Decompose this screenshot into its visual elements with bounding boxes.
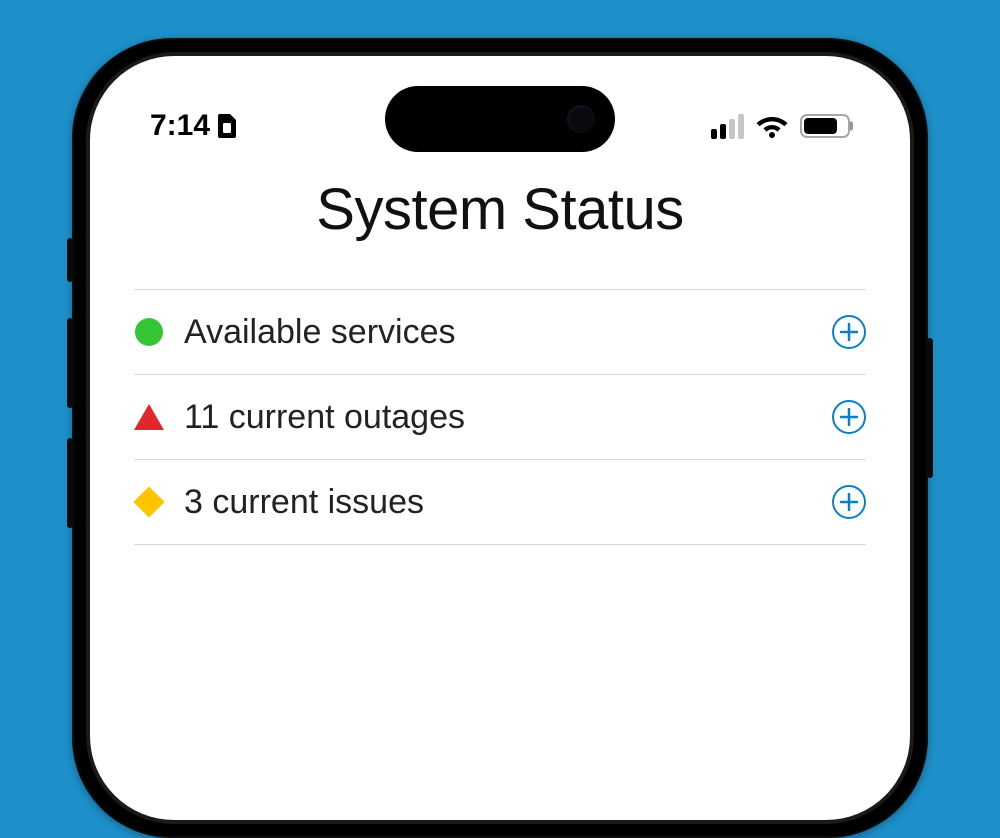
outage-status-icon (134, 404, 164, 430)
status-bar: 7:14 (90, 56, 910, 156)
list-item-outages[interactable]: 11 current outages (134, 375, 866, 460)
volume-down-button (67, 438, 73, 528)
phone-screen: 7:14 (90, 56, 910, 820)
expand-button[interactable] (832, 315, 866, 349)
volume-up-button (67, 318, 73, 408)
sim-card-icon (218, 114, 236, 138)
status-bar-right (711, 114, 850, 139)
expand-button[interactable] (832, 400, 866, 434)
battery-icon (800, 114, 850, 138)
issue-status-icon (134, 491, 164, 513)
cellular-signal-icon (711, 114, 744, 139)
row-label: Available services (184, 313, 812, 352)
available-status-icon (134, 318, 164, 346)
power-button (927, 338, 933, 478)
page-title: System Status (134, 176, 866, 243)
wifi-icon (756, 114, 788, 138)
row-label: 3 current issues (184, 483, 812, 522)
status-time: 7:14 (150, 109, 210, 143)
status-list: Available services 11 current outa (134, 289, 866, 545)
status-bar-left: 7:14 (150, 109, 236, 143)
list-item-issues[interactable]: 3 current issues (134, 460, 866, 545)
phone-frame: 7:14 (72, 38, 928, 838)
page-content: System Status Available services (90, 176, 910, 545)
expand-button[interactable] (832, 485, 866, 519)
row-label: 11 current outages (184, 398, 812, 437)
battery-fill (804, 118, 837, 134)
mute-switch (67, 238, 73, 282)
list-item-available[interactable]: Available services (134, 290, 866, 375)
